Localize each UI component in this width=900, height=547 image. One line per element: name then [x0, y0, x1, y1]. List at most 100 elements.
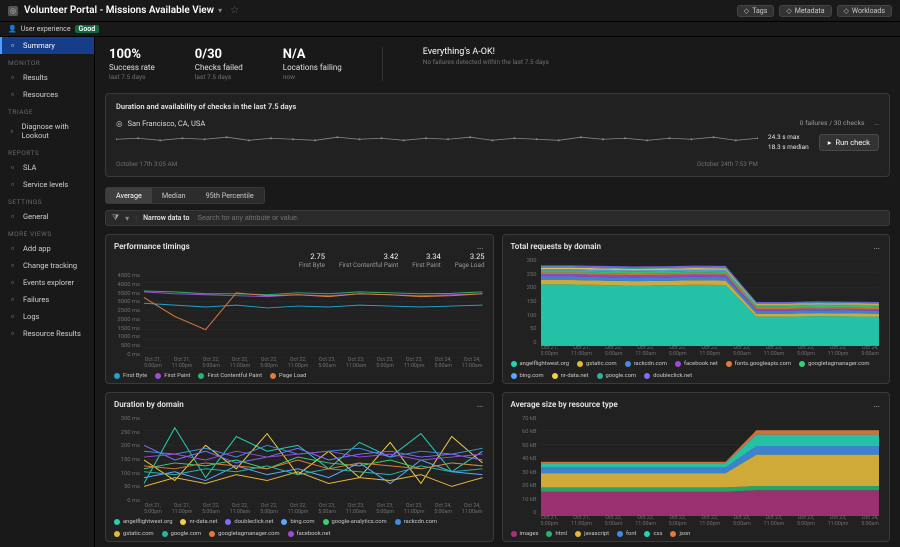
sparkline-chart: [116, 132, 758, 158]
sidebar-item-results[interactable]: ▫Results: [0, 69, 94, 86]
resource-results-icon: ▫: [8, 329, 17, 338]
person-icon: 👤: [8, 25, 17, 33]
filter-narrow-label: Narrow data to: [143, 214, 189, 222]
run-check-button[interactable]: ▸ Run check: [819, 134, 879, 151]
card-menu-icon[interactable]: …: [477, 399, 485, 410]
chart-card-dur: Duration by domain…300 ms250 ms200 ms150…: [105, 392, 494, 542]
legend-item[interactable]: googletagmanager.com: [209, 531, 279, 537]
mini-metric: 3.25Page Load: [455, 252, 485, 269]
filter-search-input[interactable]: [195, 214, 883, 223]
legend-item[interactable]: doubleclick.net: [644, 373, 692, 379]
legend-item[interactable]: json: [670, 531, 690, 537]
sla-icon: ▫: [8, 163, 17, 172]
sidebar-item-sla[interactable]: ▫SLA: [0, 159, 94, 176]
spark-axis-right: October 24th 7:53 PM: [697, 160, 758, 168]
logs-icon: ▫: [8, 312, 17, 321]
legend-item[interactable]: bing.com: [281, 519, 314, 525]
legend-item[interactable]: font: [617, 531, 636, 537]
title-dropdown-icon[interactable]: ▾: [218, 6, 222, 15]
favorite-star-icon[interactable]: ☆: [230, 5, 239, 16]
check-panel: Duration and availability of checks in t…: [105, 93, 890, 177]
legend-item[interactable]: nr-data.net: [180, 519, 217, 525]
filter-bar: ⧩ ▾ | Narrow data to: [105, 210, 890, 226]
legend-item[interactable]: javascript: [575, 531, 609, 537]
service-levels-icon: ▫: [8, 180, 17, 189]
aggregation-tabs: AverageMedian95th Percentile: [105, 187, 265, 204]
sidebar-item-summary[interactable]: ▫Summary: [0, 37, 94, 54]
legend-item[interactable]: nr-data.net: [552, 373, 589, 379]
legend-item[interactable]: angelflightwest.org: [511, 361, 569, 367]
sidebar-item-events-explorer[interactable]: ▫Events explorer: [0, 274, 94, 291]
sidebar-item-general[interactable]: ▫General: [0, 208, 94, 225]
metric-locations-failing: N/A Locations failing now: [283, 47, 342, 81]
legend-item[interactable]: css: [644, 531, 662, 537]
legend-item[interactable]: google.com: [597, 373, 637, 379]
card-title: Performance timings: [114, 242, 190, 251]
sidebar-item-logs[interactable]: ▫Logs: [0, 308, 94, 325]
plot-req: 300250200150100500Oct 21, 5:00pmOct 21, …: [511, 258, 882, 358]
card-menu-icon[interactable]: …: [477, 241, 485, 252]
legend-item[interactable]: facebook.net: [675, 361, 718, 367]
results-icon: ▫: [8, 73, 17, 82]
nav-section: SETTINGS: [0, 193, 94, 208]
legend-item[interactable]: images: [511, 531, 539, 537]
legend-item[interactable]: facebook.net: [288, 531, 331, 537]
sidebar-item-change-tracking[interactable]: ▫Change tracking: [0, 257, 94, 274]
metadata-pill[interactable]: ◇Metadata: [779, 5, 831, 17]
legend-item[interactable]: google.com: [162, 531, 202, 537]
filter-icon[interactable]: ⧩: [112, 213, 119, 223]
resources-icon: ▫: [8, 90, 17, 99]
legend-item[interactable]: gstatic.com: [114, 531, 154, 537]
plot-size: 70 kB60 kB50 kB40 kB30 kB20 kB10 kB0Oct …: [511, 416, 882, 528]
legend-item[interactable]: First Paint: [155, 373, 190, 379]
play-icon: ▸: [828, 138, 832, 147]
diagnose-icon: ▫: [8, 127, 16, 136]
sidebar-item-failures[interactable]: ▫Failures: [0, 291, 94, 308]
legend-item[interactable]: fonts.googleapis.com: [726, 361, 791, 367]
sidebar-item-service-levels[interactable]: ▫Service levels: [0, 176, 94, 193]
legend-item[interactable]: googletagmanager.com: [799, 361, 869, 367]
check-panel-title: Duration and availability of checks in t…: [116, 102, 879, 111]
legend-item[interactable]: html: [546, 531, 567, 537]
legend-item[interactable]: google-analytics.com: [323, 519, 387, 525]
tab-average[interactable]: Average: [106, 188, 152, 203]
legend-item[interactable]: gstatic.com: [577, 361, 617, 367]
settings-icon: ▫: [8, 212, 17, 221]
plot-dur: 300 ms250 ms200 ms150 ms100 ms50 ms0 msO…: [114, 416, 485, 516]
sidebar-item-resources[interactable]: ▫Resources: [0, 86, 94, 103]
sidebar-item-diagnose-with-lookout[interactable]: ▫Diagnose with Lookout: [0, 118, 94, 144]
check-max-text: 24.3 s max: [768, 133, 809, 141]
chart-card-perf: Performance timings…2.75First Byte3.42Fi…: [105, 234, 494, 384]
entity-avatar-icon: ◎: [8, 6, 18, 16]
legend-item[interactable]: bing.com: [511, 373, 544, 379]
card-title: Average size by resource type: [511, 400, 618, 409]
tag-pill[interactable]: ◇Tags: [737, 5, 775, 17]
page-title: Volunteer Portal - Missions Available Vi…: [24, 5, 214, 16]
summary-icon: ▫: [8, 41, 17, 50]
check-location[interactable]: ◎ San Francisco, CA, USA: [116, 119, 758, 128]
tab-median[interactable]: Median: [152, 188, 196, 203]
card-menu-icon[interactable]: …: [873, 241, 881, 252]
sidebar-item-add-app[interactable]: ▫Add app: [0, 240, 94, 257]
check-median-text: 18.3 s median: [768, 143, 809, 151]
nav-section: TRIAGE: [0, 103, 94, 118]
filter-chevron-icon[interactable]: ▾: [125, 214, 129, 223]
legend-item[interactable]: Page Load: [270, 373, 306, 379]
check-more-icon[interactable]: …: [874, 119, 879, 127]
sidebar-item-resource-results[interactable]: ▫Resource Results: [0, 325, 94, 342]
mini-metric: 3.34First Paint: [412, 252, 440, 269]
workloads-pill[interactable]: ◇Workloads: [837, 5, 892, 17]
add-app-icon: ▫: [8, 244, 17, 253]
legend-item[interactable]: First Contentful Paint: [198, 373, 262, 379]
card-menu-icon[interactable]: …: [873, 399, 881, 410]
ux-status-badge: Good: [75, 25, 100, 33]
spark-axis-left: October 17th 3:05 AM: [116, 160, 177, 168]
check-failures-text: 0 failures / 30 checks: [800, 119, 865, 127]
legend-item[interactable]: rackcdn.com: [395, 519, 437, 525]
legend-item[interactable]: doubleclick.net: [225, 519, 273, 525]
tab-95th-percentile[interactable]: 95th Percentile: [196, 188, 264, 203]
mini-metric: 3.42First Contentful Paint: [339, 252, 398, 269]
legend-item[interactable]: rackcdn.com: [625, 361, 667, 367]
legend-item[interactable]: angelflightwest.org: [114, 519, 172, 525]
legend-item[interactable]: First Byte: [114, 373, 147, 379]
